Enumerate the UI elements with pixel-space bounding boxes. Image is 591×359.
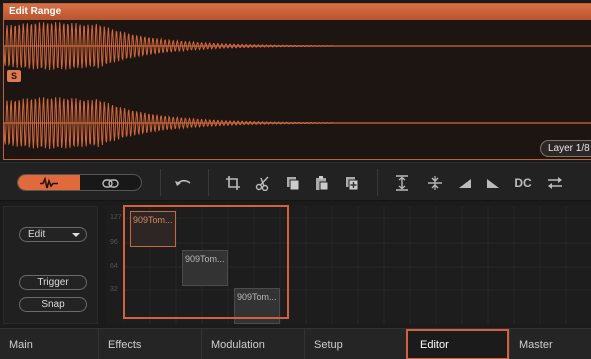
tab-editor[interactable]: Editor xyxy=(406,329,509,359)
sample-zone[interactable]: 909Tom... xyxy=(182,250,228,286)
normalize-icon xyxy=(396,175,408,191)
dc-offset-label: DC xyxy=(514,176,532,190)
sample-zone[interactable]: 909Tom... xyxy=(130,211,176,247)
fade-in-button[interactable] xyxy=(454,172,476,194)
center-button[interactable] xyxy=(424,172,446,194)
tab-modulation[interactable]: Modulation xyxy=(201,329,304,359)
link-icon xyxy=(102,179,119,188)
velocity-label: 64 xyxy=(110,263,118,270)
trigger-button[interactable]: Trigger xyxy=(19,275,87,290)
scissors-icon xyxy=(255,176,269,191)
duplicate-icon xyxy=(346,177,359,191)
crop-icon xyxy=(226,176,240,190)
editor-toolbar: DC xyxy=(0,162,591,201)
duplicate-button[interactable] xyxy=(341,172,363,194)
reverse-icon xyxy=(548,177,562,189)
sample-zone[interactable]: 909Tom... xyxy=(234,288,280,324)
zone-editor: Edit Trigger Snap 127 96 64 32 909Tom...… xyxy=(0,202,591,327)
cut-button[interactable] xyxy=(252,172,274,194)
tab-master[interactable]: Master xyxy=(509,329,591,359)
waveform-icon xyxy=(40,176,58,189)
tab-bar: Main Effects Modulation Setup Editor Mas… xyxy=(0,328,591,359)
layer-selector[interactable]: Layer 1/8 xyxy=(540,140,591,157)
tab-main[interactable]: Main xyxy=(0,329,98,359)
tab-setup[interactable]: Setup xyxy=(304,329,406,359)
velocity-label: 127 xyxy=(110,214,122,221)
paste-button[interactable] xyxy=(311,172,333,194)
edit-range-title: Edit Range xyxy=(4,4,591,20)
crop-button[interactable] xyxy=(222,172,244,194)
fade-in-icon xyxy=(459,179,471,188)
copy-icon xyxy=(287,177,300,191)
link-view-button[interactable] xyxy=(80,175,141,190)
sample-start-marker[interactable]: S xyxy=(7,70,21,82)
toolbar-separator xyxy=(377,169,378,196)
copy-button[interactable] xyxy=(282,172,304,194)
reverse-button[interactable] xyxy=(544,172,566,194)
fade-out-icon xyxy=(487,179,499,188)
toolbar-separator xyxy=(160,169,161,196)
mode-dropdown[interactable]: Edit xyxy=(19,227,87,242)
waveform-display[interactable] xyxy=(4,20,591,161)
chevron-down-icon xyxy=(72,233,80,237)
velocity-label: 96 xyxy=(110,239,118,246)
mode-dropdown-value: Edit xyxy=(28,229,46,240)
undo-button[interactable] xyxy=(172,172,194,194)
center-icon xyxy=(428,176,442,190)
tab-effects[interactable]: Effects xyxy=(98,329,201,359)
undo-icon xyxy=(175,179,191,186)
zone-grid[interactable]: 127 96 64 32 909Tom... 909Tom... 909Tom.… xyxy=(106,206,591,324)
dc-offset-button[interactable]: DC xyxy=(512,172,534,194)
paste-icon xyxy=(316,176,329,191)
snap-button[interactable]: Snap xyxy=(19,297,87,312)
fade-out-button[interactable] xyxy=(482,172,504,194)
waveform-editor[interactable]: Edit Range S Layer 1/8 xyxy=(3,3,591,160)
velocity-label: 32 xyxy=(110,286,118,293)
normalize-button[interactable] xyxy=(391,172,413,194)
toolbar-separator xyxy=(208,169,209,196)
view-toggle[interactable] xyxy=(17,174,142,191)
waveform-view-button[interactable] xyxy=(18,175,80,190)
zone-controls: Edit Trigger Snap xyxy=(3,206,98,324)
